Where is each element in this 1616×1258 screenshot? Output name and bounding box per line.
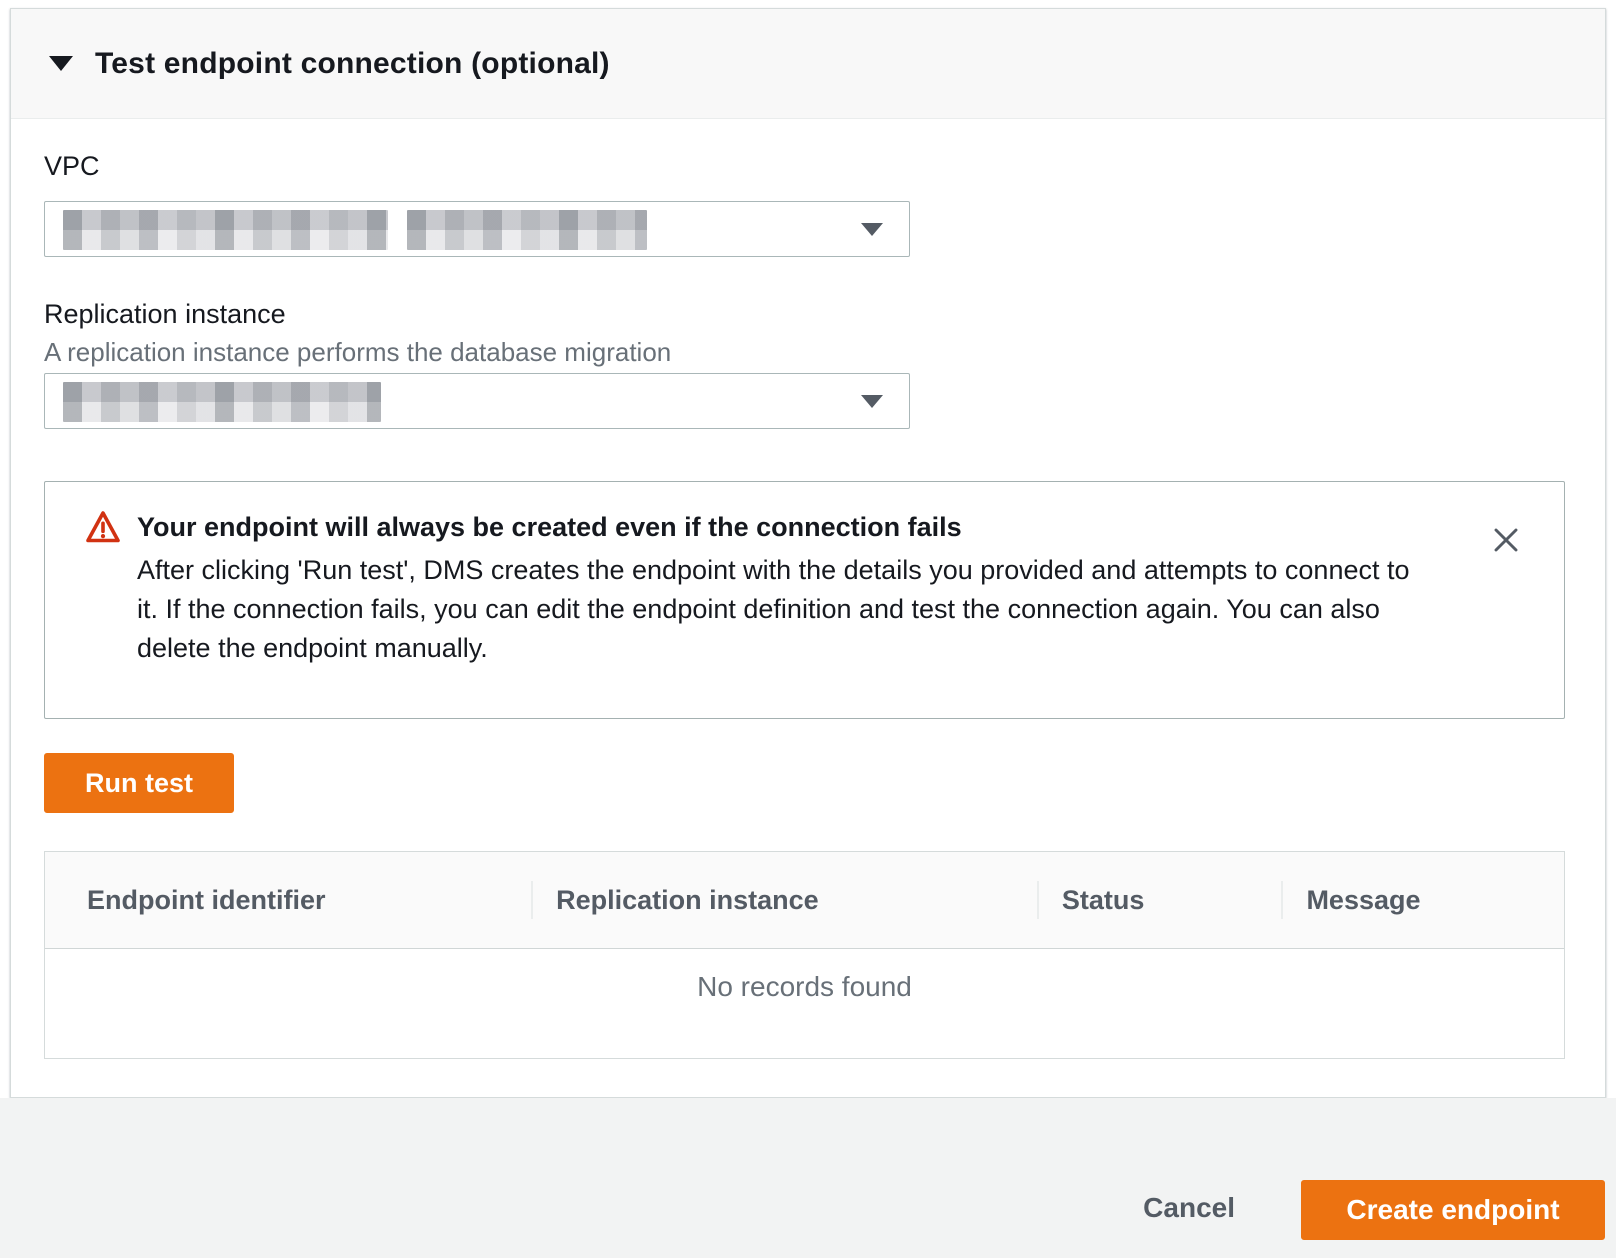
create-endpoint-button[interactable]: Create endpoint — [1301, 1180, 1605, 1240]
vpc-redacted-value — [63, 210, 388, 250]
replication-instance-description: A replication instance performs the data… — [44, 337, 671, 368]
caret-down-icon — [861, 223, 883, 236]
column-header-message: Message — [1281, 852, 1564, 948]
warning-triangle-icon — [85, 508, 121, 546]
cancel-button[interactable]: Cancel — [1143, 1192, 1235, 1224]
test-results-table: Endpoint identifier Replication instance… — [44, 851, 1565, 1059]
footer-action-bar: Cancel Create endpoint — [0, 1098, 1616, 1258]
section-title: Test endpoint connection (optional) — [95, 47, 610, 81]
empty-state-text: No records found — [45, 949, 1564, 1003]
vpc-redacted-value — [407, 210, 647, 250]
warning-alert: Your endpoint will always be created eve… — [44, 481, 1565, 719]
caret-down-icon — [861, 395, 883, 408]
replication-instance-redacted-value — [63, 382, 381, 422]
vpc-label: VPC — [44, 151, 100, 182]
close-icon — [1490, 524, 1522, 556]
replication-instance-select[interactable] — [44, 373, 910, 429]
column-header-status: Status — [1037, 852, 1282, 948]
warning-description: After clicking 'Run test', DMS creates t… — [137, 551, 1437, 668]
warning-title: Your endpoint will always be created eve… — [137, 512, 962, 543]
caret-down-icon — [49, 56, 73, 71]
replication-instance-label: Replication instance — [44, 299, 286, 330]
test-endpoint-connection-panel: Test endpoint connection (optional) VPC … — [10, 8, 1606, 1098]
column-header-replication-instance: Replication instance — [531, 852, 1037, 948]
vpc-select[interactable] — [44, 201, 910, 257]
run-test-button[interactable]: Run test — [44, 753, 234, 813]
expandable-section-header[interactable]: Test endpoint connection (optional) — [11, 9, 1605, 119]
column-header-endpoint-identifier: Endpoint identifier — [45, 852, 531, 948]
dms-create-endpoint-page: Test endpoint connection (optional) VPC … — [0, 0, 1616, 1258]
table-header-row: Endpoint identifier Replication instance… — [45, 852, 1564, 949]
warning-close-button[interactable] — [1490, 524, 1522, 556]
